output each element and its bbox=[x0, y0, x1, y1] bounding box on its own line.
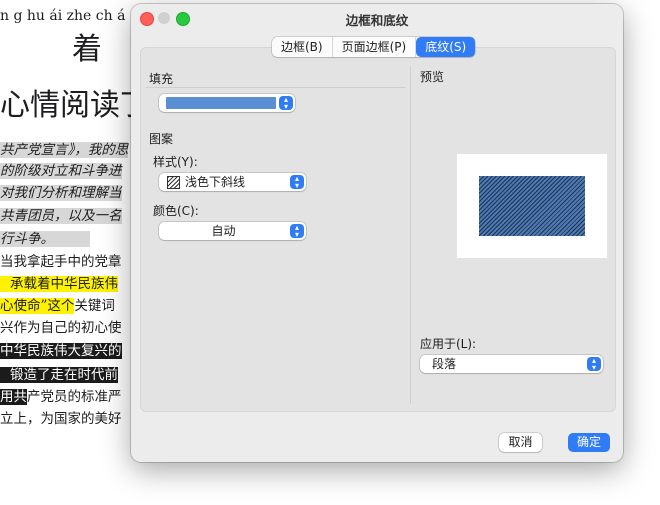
column-divider bbox=[410, 66, 411, 404]
cancel-button[interactable]: 取消 bbox=[499, 433, 542, 452]
tab-page-borders[interactable]: 页面边框(P) bbox=[333, 37, 417, 57]
document-line: 的阶级对立和斗争进 bbox=[0, 163, 122, 179]
document-line: 兴作为自己的初心使 bbox=[0, 320, 122, 336]
preview-area bbox=[457, 154, 607, 258]
document-line: 共产党宣言》，我的思 bbox=[0, 142, 129, 158]
style-label: 样式(Y): bbox=[153, 155, 198, 169]
color-label: 颜色(C): bbox=[153, 204, 199, 218]
document-line-tail: 关键词 bbox=[74, 298, 115, 314]
document-line: 共青团员，以及一名 bbox=[0, 208, 122, 224]
pattern-style-popup[interactable]: 浅色下斜线 ▴ ▾ bbox=[159, 173, 306, 191]
document-line-tail: 产党员的标准严 bbox=[27, 389, 122, 405]
document-line: 心使命”这个 bbox=[0, 298, 75, 314]
apply-to-label: 应用于(L): bbox=[420, 337, 477, 351]
fill-color-swatch bbox=[166, 97, 276, 109]
chevron-updown-icon: ▴ ▾ bbox=[290, 175, 304, 190]
tab-bar: 边框(B) 页面边框(P) 底纹(S) bbox=[272, 37, 476, 57]
apply-to-value: 段落 bbox=[432, 357, 457, 371]
ruby-character: 着 bbox=[72, 32, 102, 67]
hatch-pattern-icon bbox=[167, 176, 180, 189]
preview-label: 预览 bbox=[420, 70, 445, 84]
tab-shading[interactable]: 底纹(S) bbox=[416, 37, 476, 57]
title-bar: 边框和底纹 bbox=[131, 4, 623, 32]
document-heading: 心情阅读丁 bbox=[0, 88, 140, 123]
document-line: 行斗争。 bbox=[0, 231, 90, 247]
pinyin-text: n g hu ái zhe ch á bbox=[0, 8, 126, 24]
document-line: 立上，为国家的美好 bbox=[0, 411, 122, 427]
apply-to-popup[interactable]: 段落 ▴ ▾ bbox=[420, 355, 603, 373]
chevron-updown-icon: ▴ ▾ bbox=[587, 357, 601, 372]
fill-divider bbox=[146, 87, 406, 88]
chevron-updown-icon: ▴ ▾ bbox=[279, 96, 293, 111]
borders-shading-dialog: 边框和底纹 边框(B) 页面边框(P) 底纹(S) 填充 ▴ ▾ 图案 样式(Y)… bbox=[131, 4, 623, 462]
document-line: 用共 bbox=[0, 389, 27, 405]
chevron-updown-icon: ▴ ▾ bbox=[290, 224, 304, 239]
dialog-title: 边框和底纹 bbox=[345, 13, 409, 28]
document-line: 对我们分析和理解当 bbox=[0, 185, 122, 201]
tab-borders[interactable]: 边框(B) bbox=[272, 37, 333, 57]
ok-button[interactable]: 确定 bbox=[568, 433, 610, 452]
document-line: 锻造了走在时代前 bbox=[0, 367, 118, 383]
document-line: 中华民族伟大复兴的 bbox=[0, 343, 122, 359]
pattern-color-value: 自动 bbox=[211, 224, 236, 238]
fill-color-popup[interactable]: ▴ ▾ bbox=[159, 94, 295, 112]
pattern-section-label: 图案 bbox=[149, 132, 174, 146]
document-background: n g hu ái zhe ch á 着 心情阅读丁 共产党宣言》，我的思 的阶… bbox=[0, 0, 140, 505]
document-line: 承载着中华民族伟 bbox=[0, 276, 118, 292]
document-line: 当我拿起手中的党章 bbox=[0, 254, 122, 270]
pattern-color-popup[interactable]: 自动 ▴ ▾ bbox=[159, 222, 306, 240]
pattern-style-value: 浅色下斜线 bbox=[185, 175, 246, 189]
preview-shading-sample bbox=[479, 176, 585, 236]
fill-section-label: 填充 bbox=[149, 72, 174, 86]
